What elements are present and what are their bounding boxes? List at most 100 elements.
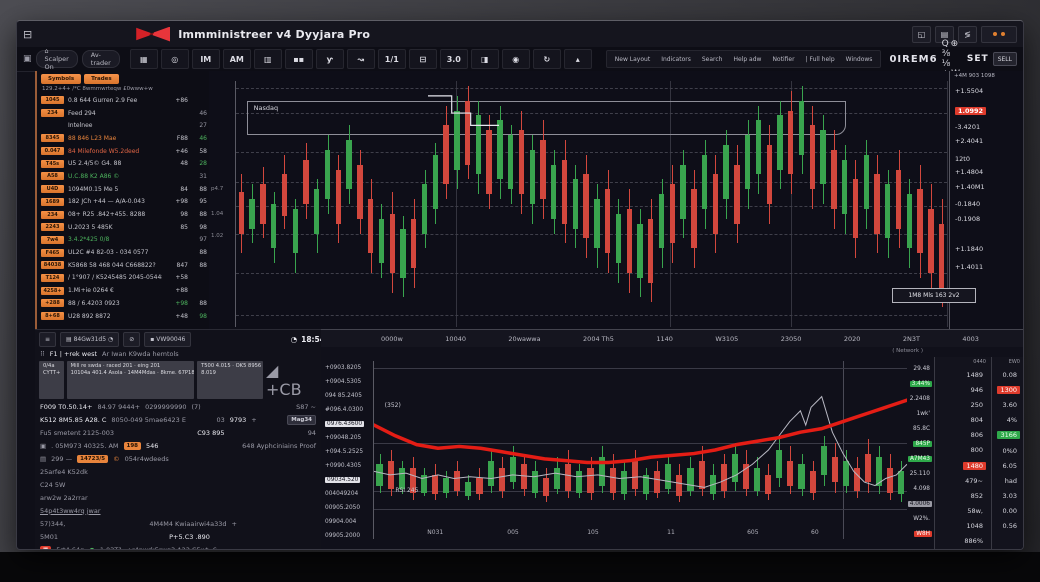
terminal-lock-button[interactable]: ⊘: [123, 332, 140, 347]
terminal-order-field[interactable]: ▪ VW90046: [144, 332, 191, 347]
menu-item-4[interactable]: Notifier: [772, 56, 794, 63]
summary-block-a[interactable]: 0/4aCYTT+: [39, 361, 64, 399]
toolbar-button-10[interactable]: 3.0: [440, 49, 468, 69]
dom-ask-cell[interactable]: 0%0: [992, 443, 1024, 458]
market-watch-row[interactable]: 7w43.4.2*425 0/897: [37, 234, 211, 247]
set-label[interactable]: SET: [967, 54, 989, 64]
toolbar-button-9[interactable]: ⊟: [409, 49, 437, 69]
minimize-dot-icon[interactable]: [993, 32, 997, 36]
market-watch-row[interactable]: Intelnee27: [37, 119, 211, 132]
market-watch-row[interactable]: 0.04784 Milefonde W5.2deed+4658: [37, 145, 211, 158]
toolbar-button-5[interactable]: ▪▪: [285, 49, 313, 69]
dom-ask-cell[interactable]: 3166: [992, 428, 1024, 443]
toolbar-button-1[interactable]: ◎: [161, 49, 189, 69]
terminal-row[interactable]: arw2w 2a2rrar: [35, 491, 321, 504]
dom-ask-cell[interactable]: 6.05: [992, 458, 1024, 473]
dom-ask-cell[interactable]: 1300: [992, 382, 1024, 397]
market-watch-row[interactable]: 234Feed 29446: [37, 107, 211, 120]
market-watch-row[interactable]: 10450.8 644 Gurren 2.9 Fee+86: [37, 94, 211, 107]
toolbar-button-14[interactable]: ▴: [564, 49, 592, 69]
window-controls[interactable]: [981, 26, 1017, 43]
terminal-row[interactable]: ▣. 05M973 40325. AM198546648 Ayphciniain…: [35, 439, 321, 452]
toolbar-button-2[interactable]: ΙΜ: [192, 49, 220, 69]
dom-bid-cell[interactable]: 479~: [935, 473, 991, 488]
dom-bid-cell[interactable]: 250: [935, 397, 991, 412]
menu-item-6[interactable]: Windows: [846, 56, 873, 63]
toolbar-button-0[interactable]: ▦: [130, 49, 158, 69]
terminal-row[interactable]: K512 8M5.85 A28. C8050-049 5mae6423 E039…: [35, 413, 321, 426]
bottom-chart-plot[interactable]: (352) RSI 245 N0310051051160560: [373, 361, 907, 539]
toolbar-button-4[interactable]: ▥: [254, 49, 282, 69]
menu-item-1[interactable]: Indicators: [661, 56, 691, 63]
menu-item-2[interactable]: Search: [702, 56, 723, 63]
autotrader-button[interactable]: Av-trader: [82, 50, 120, 68]
market-watch-row[interactable]: 84038K5868 58 468 044 C668822?84788: [37, 259, 211, 272]
dom-ask-cell[interactable]: 0.00: [992, 504, 1024, 519]
terminal-row[interactable]: ▦5rt4 64q●1.03T1. +r4pwrk5rwq3 A23 C5wt.…: [35, 543, 321, 549]
timeframe-box[interactable]: 1M8 Mls 163 2v2: [892, 288, 976, 303]
close-dot-icon[interactable]: [1001, 32, 1005, 36]
dom-ask-cell[interactable]: had: [992, 473, 1024, 488]
terminal-row[interactable]: ⠿F1 | +rek westAr Iwan K9wda hemtols: [35, 347, 321, 360]
scalper-toggle[interactable]: ⌂ Scalper On: [36, 50, 78, 68]
toolbar-button-3[interactable]: ΑΜ: [223, 49, 251, 69]
toolbar-button-12[interactable]: ◉: [502, 49, 530, 69]
sell-button[interactable]: SELL: [993, 52, 1017, 66]
titlebar[interactable]: ⊟ Immministreer v4 Dyyjara Pro ◱▤≶: [17, 21, 1023, 48]
dom-ask-cell[interactable]: 0.56: [992, 519, 1024, 534]
market-watch-row[interactable]: +28888 / 6.4203 0923+9888: [37, 297, 211, 310]
dom-bid-cell[interactable]: 1489: [935, 367, 991, 382]
dom-bid-cell[interactable]: 886%: [935, 534, 991, 549]
market-watch-row[interactable]: 1689182 JCh +44 — A/A-0.043+9895: [37, 196, 211, 209]
market-watch-row[interactable]: 4258+1.Mi+ie 0264 €+88: [37, 284, 211, 297]
menu-item-3[interactable]: Help adw: [733, 56, 761, 63]
market-watch-row[interactable]: 2243U.2023 5 485K8598: [37, 221, 211, 234]
titlebar-tool-icon-0[interactable]: ◱: [912, 26, 931, 43]
dom-ask-cell[interactable]: 0.08: [992, 367, 1024, 382]
dom-bid-cell[interactable]: 852: [935, 488, 991, 503]
market-watch-row[interactable]: 834588 846 L23 MaeF8846: [37, 132, 211, 145]
summary-block-b[interactable]: Mill re swda · raced 201 · eing 20110104…: [67, 361, 194, 399]
dom-bid-cell[interactable]: 804: [935, 413, 991, 428]
market-watch-row[interactable]: F465UL2C #4 82-03 - 034 057788: [37, 246, 211, 259]
terminal-row[interactable]: ▤299 —14723/5©054r4wdeeds: [35, 452, 321, 465]
dom-bid-cell[interactable]: 1480: [935, 458, 991, 473]
market-watch-row[interactable]: 8+68U28 892 8872+4898: [37, 310, 211, 323]
toolbar-button-6[interactable]: ƴ: [316, 49, 344, 69]
market-watch-row[interactable]: 23408+ R25 .842+455. 82889888: [37, 208, 211, 221]
toolbar-button-8[interactable]: 1/1: [378, 49, 406, 69]
dom-ask-cell[interactable]: 4%: [992, 413, 1024, 428]
printer-icon[interactable]: ⊟: [23, 28, 32, 41]
terminal-row[interactable]: 54p4t3ww4rq jwar: [35, 504, 321, 517]
market-watch-row[interactable]: T124/ 1°907 / K5245485 2045-05448+58: [37, 272, 211, 285]
terminal-row[interactable]: 25arfe4 K52dk: [35, 465, 321, 478]
toolbar-button-7[interactable]: ↝: [347, 49, 375, 69]
terminal-row[interactable]: C24 5W: [35, 478, 321, 491]
menu-item-5[interactable]: | Full help: [806, 56, 835, 63]
terminal-account-button[interactable]: ▤ 84Gw31d5 ◔: [60, 332, 119, 347]
main-chart-plot[interactable]: Nasdaq: [235, 81, 947, 327]
summary-block-c[interactable]: T500 4.015 · OK5 89568.019: [197, 361, 263, 399]
market-watch-row[interactable]: A58U.C.88 K2 A86 ©31: [37, 170, 211, 183]
terminal-row[interactable]: 57)344,4M4M4 Kwiaairwi4a33d+: [35, 517, 321, 530]
terminal-row[interactable]: 5M01P+5.C3 .890: [35, 530, 321, 543]
dom-bid-cell[interactable]: 806: [935, 428, 991, 443]
menu-item-0[interactable]: New Layout: [615, 56, 650, 63]
price-axis[interactable]: +4M 903 1098 1M8 Mls 163 2v2 +1.55041.09…: [949, 71, 1024, 329]
main-chart[interactable]: Nasdaq p4.71.041.02: [209, 71, 949, 329]
dom-ask-cell[interactable]: 3.03: [992, 489, 1024, 504]
market-watch-row[interactable]: T45sU5 2.4/5© G4. 884828: [37, 157, 211, 170]
dom-bid-cell[interactable]: 58w,: [935, 504, 991, 519]
dom-bid-cell[interactable]: 946: [935, 382, 991, 397]
market-watch-tab-1[interactable]: Trades: [84, 74, 119, 84]
dom-bid-cell[interactable]: 800: [935, 443, 991, 458]
time-axis[interactable]: 0000w1004020wawwa2004 Th51140W3105230502…: [321, 329, 1023, 349]
dom-ask-cell[interactable]: 3.60: [992, 397, 1024, 412]
toolbar-button-13[interactable]: ↻: [533, 49, 561, 69]
market-watch-row[interactable]: U4D1094M0.15 Me 58488: [37, 183, 211, 196]
market-watch-tab-0[interactable]: Symbols: [41, 74, 81, 84]
terminal-row[interactable]: F009 T0.50.14+84.97 9444+0299999990(7)S8…: [35, 400, 321, 413]
dom-bid-cell[interactable]: 1048: [935, 519, 991, 534]
toolbar-button-11[interactable]: ◨: [471, 49, 499, 69]
terminal-menu-button[interactable]: ≡: [39, 332, 56, 347]
